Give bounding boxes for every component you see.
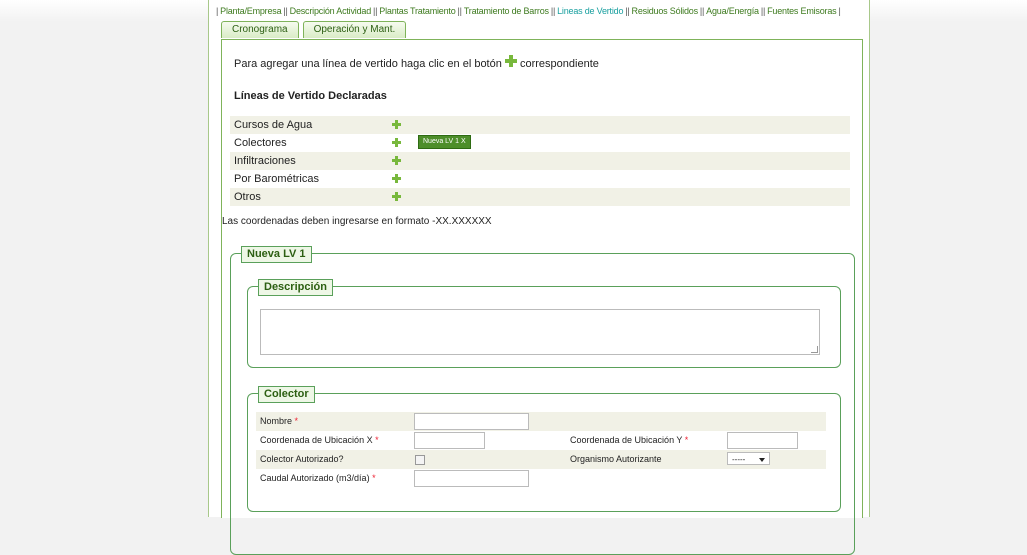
nombre-label: Nombre * <box>256 416 298 426</box>
coord-x-label-text: Coordenada de Ubicación X <box>260 435 373 445</box>
autorizado-label: Colector Autorizado? <box>260 454 344 464</box>
organismo-label: Organismo Autorizante <box>570 454 662 464</box>
nav-lineas-vertido[interactable]: Lineas de Vertido <box>557 6 623 16</box>
colector-fieldset: Colector Nombre * Coordenada de Ubicació… <box>247 386 841 512</box>
required-mark: * <box>294 416 299 426</box>
caudal-input[interactable] <box>414 470 529 487</box>
linea-label: Otros <box>234 191 261 203</box>
required-mark: * <box>684 435 689 445</box>
required-mark: * <box>372 473 376 483</box>
form-row-nombre: Nombre * <box>256 412 826 431</box>
coord-y-label: Coordenada de Ubicación Y * <box>570 431 688 450</box>
linea-label: Colectores <box>234 137 287 149</box>
add-barometricas-button[interactable] <box>392 174 401 183</box>
instructions-text-before: Para agregar una línea de vertido haga c… <box>234 58 502 70</box>
nueva-lv-tag-button[interactable]: Nueva LV 1 X <box>418 135 471 149</box>
descripcion-textarea[interactable] <box>260 309 820 355</box>
coord-y-input[interactable] <box>727 432 798 449</box>
colector-form: Nombre * Coordenada de Ubicación X * Coo… <box>256 412 826 488</box>
organismo-select-value: ----- <box>732 455 746 464</box>
nombre-label-text: Nombre <box>260 416 293 426</box>
form-row-caudal: Caudal Autorizado (m3/día) * <box>256 469 826 488</box>
nav-residuos-solidos[interactable]: Residuos Sólidos <box>632 6 699 16</box>
tab-operacion-mant[interactable]: Operación y Mant. <box>302 21 407 38</box>
linea-label: Infiltraciones <box>234 155 296 167</box>
descripcion-fieldset: Descripción <box>247 279 841 368</box>
add-icon <box>504 55 517 68</box>
colector-legend: Colector <box>258 386 315 403</box>
form-row-coordenadas: Coordenada de Ubicación X * Coordenada d… <box>256 431 826 450</box>
autorizado-checkbox[interactable] <box>415 455 425 465</box>
coordinate-format-note: Las coordenadas deben ingresarse en form… <box>222 216 492 227</box>
lineas-list: Cursos de Agua Colectores Nueva LV 1 X I… <box>230 116 850 206</box>
coord-y-label-text: Coordenada de Ubicación Y <box>570 435 683 445</box>
nueva-lv-fieldset: Nueva LV 1 Descripción Colector Nombre *… <box>230 246 855 555</box>
chevron-down-icon <box>759 458 765 462</box>
linea-row-infiltraciones: Infiltraciones <box>230 152 850 170</box>
tab-content-panel: Para agregar una línea de vertido haga c… <box>221 39 863 555</box>
caudal-label: Caudal Autorizado (m3/día) * <box>256 473 376 483</box>
linea-label: Cursos de Agua <box>234 119 313 131</box>
linea-row-barometricas: Por Barométricas <box>230 170 850 188</box>
organismo-select[interactable]: ----- <box>727 452 770 465</box>
linea-row-colectores: Colectores Nueva LV 1 X <box>230 134 850 152</box>
resize-handle-icon[interactable] <box>811 346 818 353</box>
linea-row-cursos-agua: Cursos de Agua <box>230 116 850 134</box>
nav-agua-energia[interactable]: Agua/Energía <box>706 6 759 16</box>
nueva-lv-legend: Nueva LV 1 <box>241 246 312 263</box>
declared-lines-title: Líneas de Vertido Declaradas <box>234 90 387 102</box>
linea-label: Por Barométricas <box>234 173 319 185</box>
add-otros-button[interactable] <box>392 192 401 201</box>
descripcion-legend: Descripción <box>258 279 333 296</box>
nav-descripcion-actividad[interactable]: Descripción Actividad <box>290 6 372 16</box>
nombre-input[interactable] <box>414 413 529 430</box>
caudal-label-text: Caudal Autorizado (m3/día) <box>260 473 370 483</box>
linea-row-otros: Otros <box>230 188 850 206</box>
tab-cronograma[interactable]: Cronograma <box>221 21 299 38</box>
nav-plantas-tratamiento[interactable]: Plantas Tratamiento <box>379 6 455 16</box>
instructions: Para agregar una línea de vertido haga c… <box>234 55 599 70</box>
coord-x-label: Coordenada de Ubicación X * <box>256 435 379 445</box>
tab-bar: Cronograma Operación y Mant. <box>221 21 410 39</box>
section-nav: | Planta/Empresa || Descripción Actividad ||… <box>216 6 841 16</box>
instructions-text-after: correspondiente <box>519 58 599 70</box>
nav-tratamiento-barros[interactable]: Tratamiento de Barros <box>464 6 549 16</box>
add-infiltraciones-button[interactable] <box>392 156 401 165</box>
form-row-autorizado: Colector Autorizado? Organismo Autorizan… <box>256 450 826 469</box>
coord-x-input[interactable] <box>414 432 485 449</box>
add-colectores-button[interactable] <box>392 138 401 147</box>
add-cursos-agua-button[interactable] <box>392 120 401 129</box>
required-mark: * <box>375 435 379 445</box>
nav-fuentes-emisoras[interactable]: Fuentes Emisoras <box>767 6 837 16</box>
nav-planta-empresa[interactable]: Planta/Empresa <box>220 6 281 16</box>
